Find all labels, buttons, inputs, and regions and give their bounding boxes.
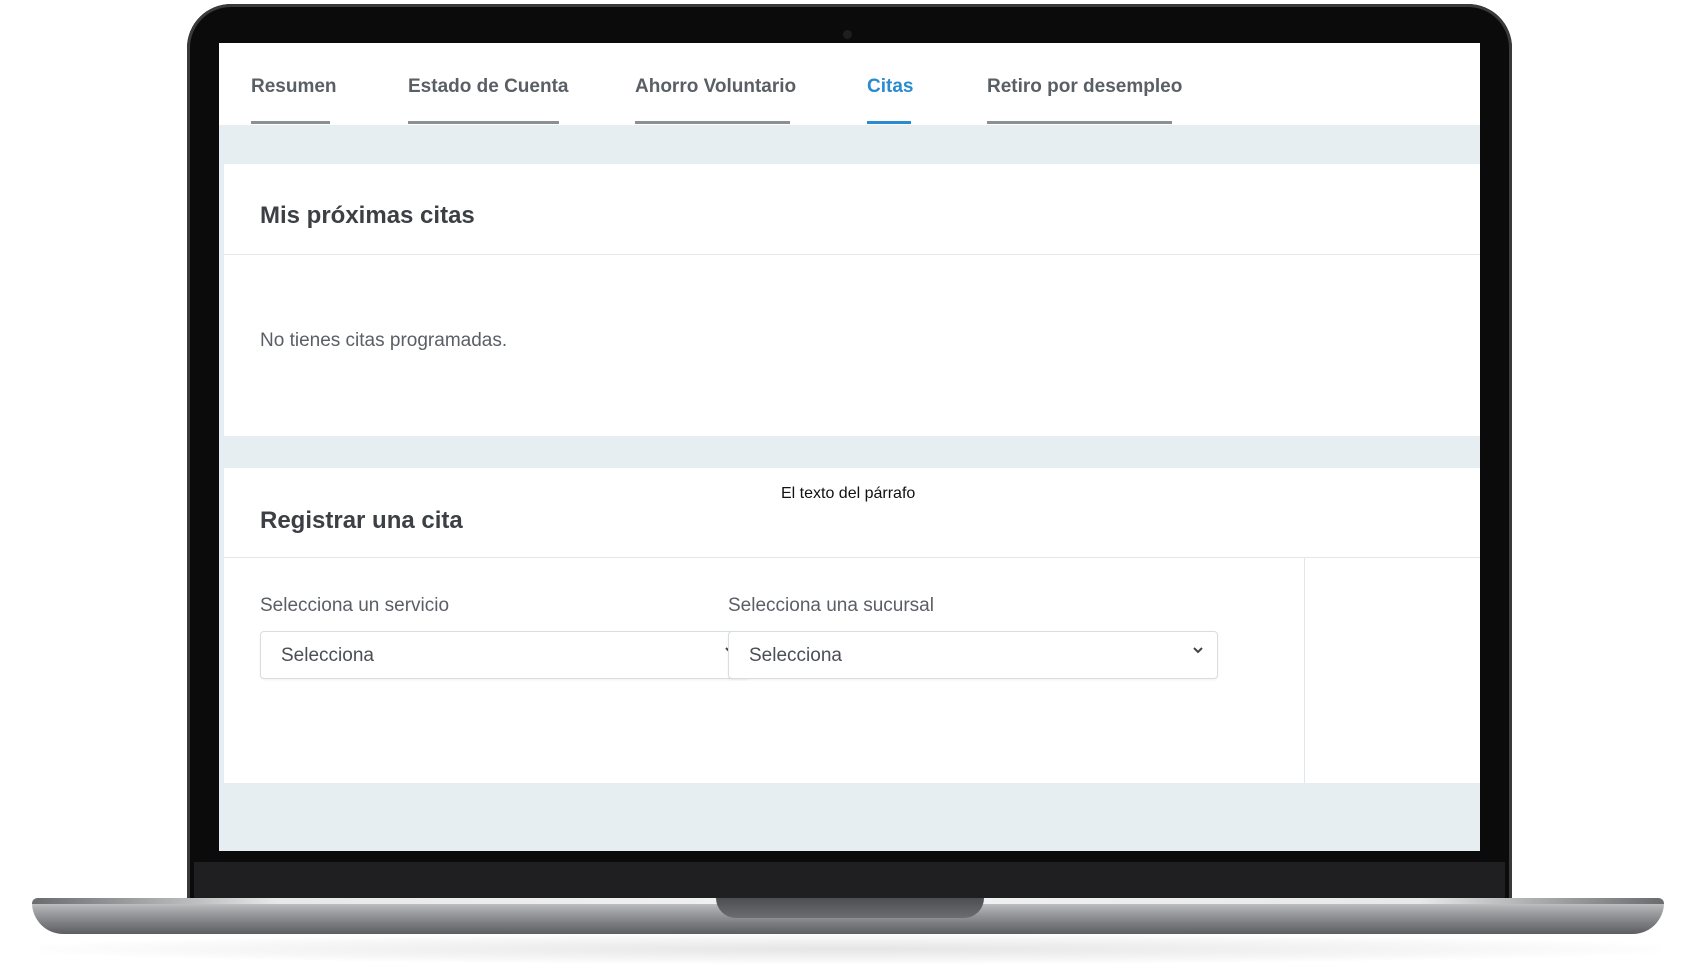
- service-select-value: Selecciona: [281, 645, 374, 666]
- screen: Resumen Estado de Cuenta Ahorro Voluntar…: [219, 43, 1480, 851]
- laptop-notch: [716, 898, 984, 918]
- tab-underline: [867, 121, 911, 124]
- tab-underline: [987, 121, 1172, 124]
- tab-retiro-por-desempleo[interactable]: Retiro por desempleo: [987, 43, 1182, 125]
- branch-select[interactable]: Selecciona: [728, 631, 1218, 679]
- tab-label: Ahorro Voluntario: [635, 76, 797, 97]
- tab-citas[interactable]: Citas: [867, 43, 914, 125]
- divider: [224, 557, 1480, 558]
- branch-select-value: Selecciona: [749, 645, 842, 666]
- column-divider: [1304, 557, 1305, 783]
- service-select[interactable]: Selecciona: [260, 631, 750, 679]
- tab-label: Estado de Cuenta: [408, 76, 569, 97]
- camera-icon: [843, 30, 852, 39]
- upcoming-appointments-card: Mis próximas citas No tienes citas progr…: [224, 164, 1480, 436]
- branch-label: Selecciona una sucursal: [728, 595, 934, 616]
- divider: [224, 254, 1480, 255]
- tab-underline: [408, 121, 559, 124]
- register-appointment-title: Registrar una cita: [260, 507, 463, 534]
- paragraph-placeholder: El texto del párrafo: [781, 485, 916, 502]
- tab-underline: [635, 121, 790, 124]
- chevron-down-icon: [1193, 647, 1203, 654]
- tab-ahorro-voluntario[interactable]: Ahorro Voluntario: [635, 43, 796, 125]
- empty-appointments-message: No tienes citas programadas.: [260, 330, 508, 351]
- tab-underline: [251, 121, 330, 124]
- service-label: Selecciona un servicio: [260, 595, 450, 616]
- tab-estado-de-cuenta[interactable]: Estado de Cuenta: [408, 43, 568, 125]
- tab-label: Citas: [867, 76, 914, 97]
- tab-resumen[interactable]: Resumen: [251, 43, 337, 125]
- tab-label: Retiro por desempleo: [987, 76, 1183, 97]
- upcoming-appointments-title: Mis próximas citas: [260, 202, 475, 229]
- tab-label: Resumen: [251, 76, 337, 97]
- register-appointment-card: El texto del párrafo Registrar una cita …: [224, 468, 1480, 783]
- tab-bar: Resumen Estado de Cuenta Ahorro Voluntar…: [219, 43, 1480, 125]
- laptop-shadow: [40, 934, 1660, 964]
- laptop-bezel: [194, 862, 1505, 900]
